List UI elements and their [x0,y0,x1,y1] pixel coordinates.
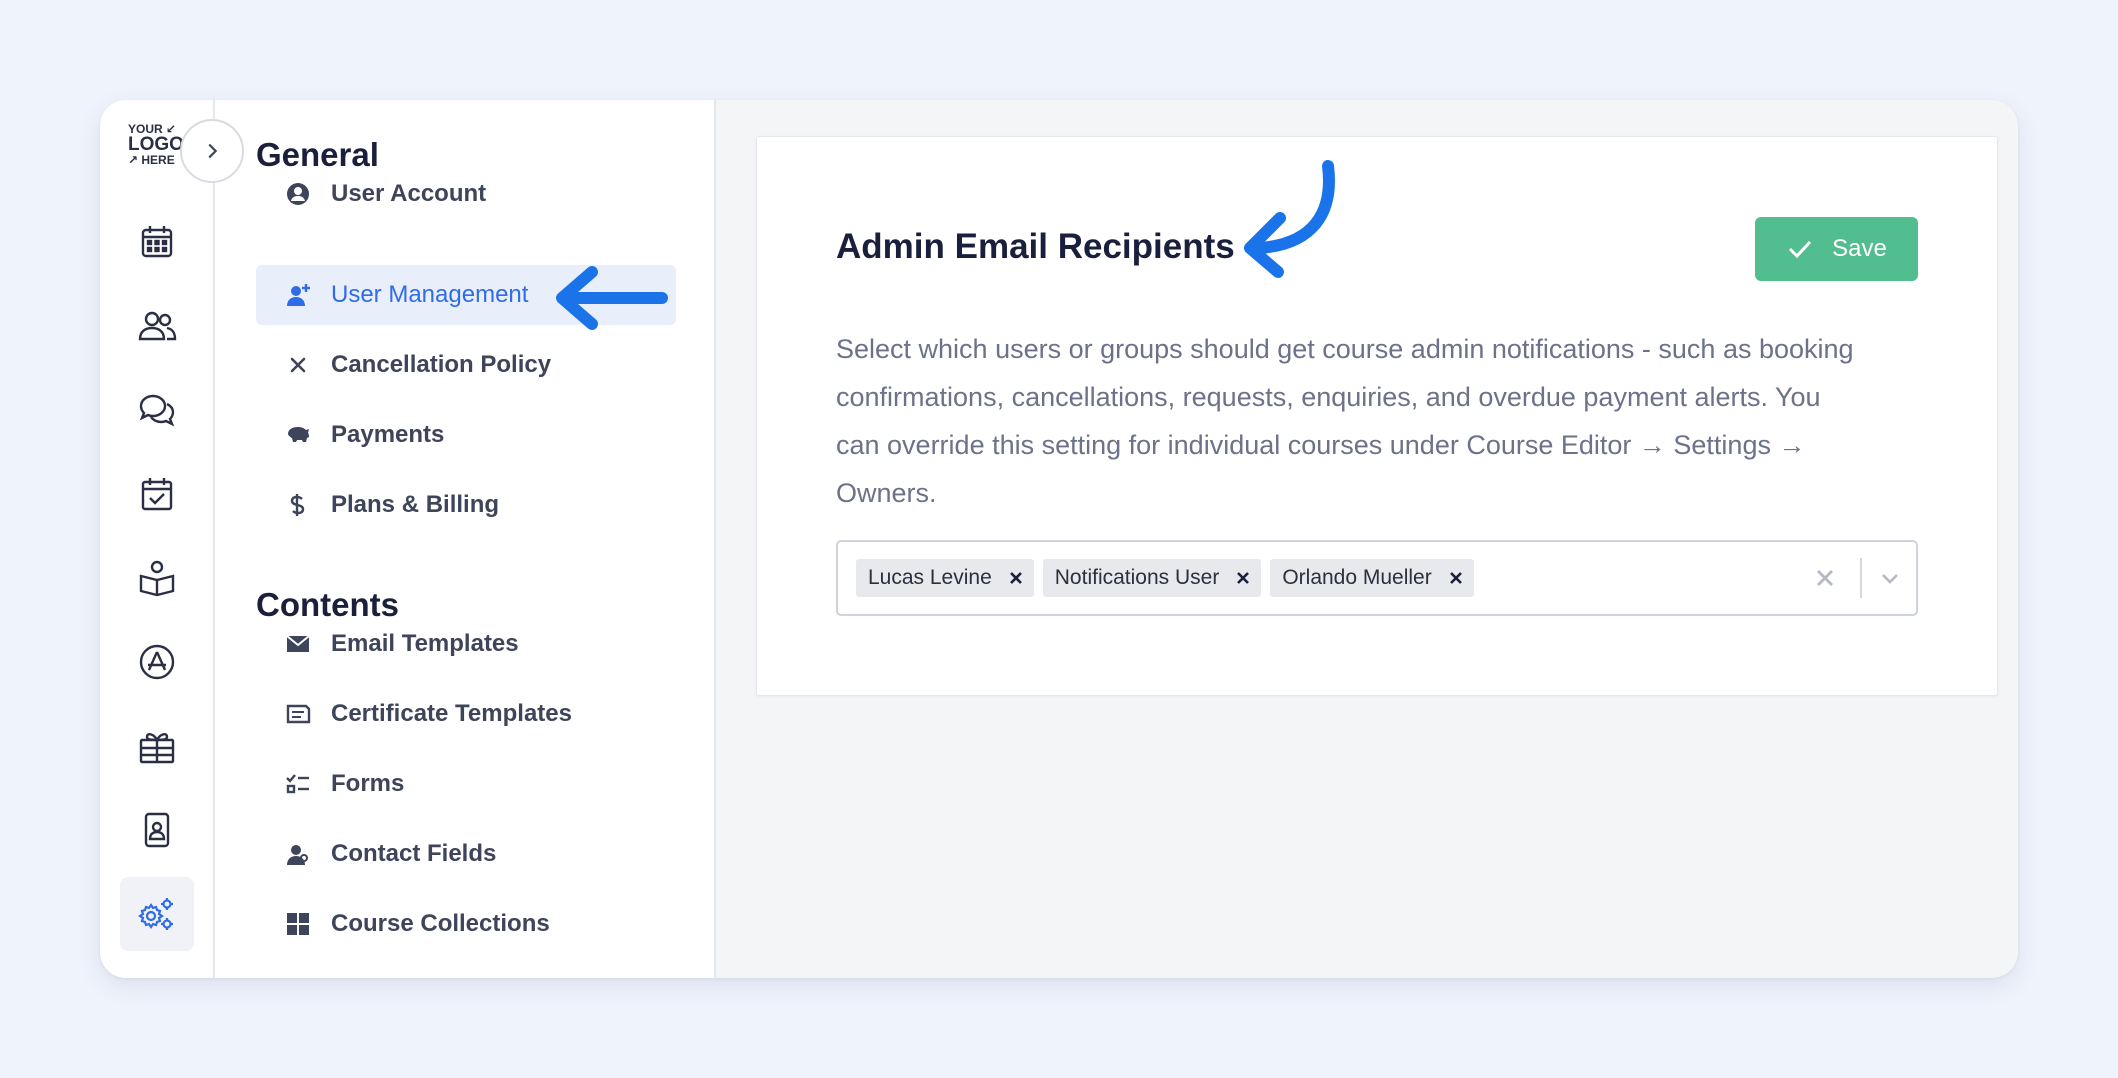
description-text: Select which users or groups should get … [836,334,1854,508]
nav-item-label: Certificate Templates [331,700,572,727]
contact-card-icon[interactable] [120,793,194,867]
nav-item-plans-billing[interactable]: Plans & Billing [256,475,676,535]
nav-item-course-collections[interactable]: Course Collections [256,894,676,954]
user-circle-icon [283,179,313,209]
recipients-multiselect[interactable]: Lucas Levine Notifications User Orlando … [836,540,1918,616]
admin-email-recipients-card: Admin Email Recipients Save Select which… [756,136,1998,696]
calendar-check-icon[interactable] [120,457,194,531]
chip-label: Lucas Levine [868,566,992,589]
x-icon [283,350,313,380]
nav-item-user-account[interactable]: User Account [256,164,676,224]
logo-line-3: ↗ HERE [128,153,175,167]
remove-chip-icon[interactable] [1442,559,1470,597]
save-button-label: Save [1832,235,1887,262]
chat-icon[interactable] [120,373,194,447]
nav-item-label: Cancellation Policy [331,351,552,378]
nav-item-certificate-templates[interactable]: Certificate Templates [256,684,676,744]
annotation-arrow-left-icon [556,266,668,330]
nav-item-label: Course Collections [331,910,550,937]
recipient-chip: Orlando Mueller [1270,559,1474,597]
grid-icon [283,909,313,939]
check-icon [1789,240,1812,259]
chip-label: Orlando Mueller [1282,566,1432,589]
company-logo: YOUR ↙ LOGO ↗ HERE [128,122,184,170]
nav-item-payments[interactable]: Payments [256,405,676,465]
chevron-right-icon [208,143,218,159]
app-store-icon[interactable] [120,625,194,699]
sidebar-toggle-button[interactable] [180,119,244,183]
users-icon[interactable] [120,289,194,363]
recipient-chip: Notifications User [1042,559,1262,597]
calendar-icon[interactable] [120,205,194,279]
nav-item-label: Contact Fields [331,840,497,867]
nav-item-label: Payments [331,421,445,448]
nav-item-label: User Account [331,180,487,207]
settings-gears-icon[interactable] [120,877,194,951]
nav-item-label: Plans & Billing [331,491,500,518]
remove-chip-icon[interactable] [1002,559,1030,597]
dollar-icon [283,490,313,520]
user-plus-icon [283,280,313,310]
icon-rail: YOUR ↙ LOGO ↗ HERE [100,100,215,978]
nav-item-label: User Management [331,281,529,308]
gift-icon[interactable] [120,709,194,783]
nav-item-label: Email Templates [331,630,519,657]
nav-item-forms[interactable]: Forms [256,754,676,814]
nav-item-contact-fields[interactable]: Contact Fields [256,824,676,884]
envelope-icon [283,629,313,659]
save-button[interactable]: Save [1755,217,1918,281]
checklist-icon [283,769,313,799]
piggy-bank-icon [283,420,313,450]
page-title: Admin Email Recipients [836,227,1235,266]
chip-label: Notifications User [1054,566,1220,589]
settings-nav: General User Account User Management Can… [215,100,716,978]
select-separator [1860,558,1862,598]
recipient-chip: Lucas Levine [856,559,1034,597]
annotation-curved-arrow-icon [1244,160,1335,278]
logo-line-2: LOGO [128,134,184,155]
remove-chip-icon[interactable] [1229,559,1257,597]
clear-all-icon[interactable] [1800,553,1850,603]
contact-icon [283,839,313,869]
nav-item-cancellation-policy[interactable]: Cancellation Policy [256,335,676,395]
certificate-icon [283,699,313,729]
nav-item-email-templates[interactable]: Email Templates [256,614,676,674]
nav-item-label: Forms [331,770,405,797]
app-window: YOUR ↙ LOGO ↗ HERE General User Account … [100,100,2018,978]
book-reader-icon[interactable] [120,541,194,615]
chevron-down-icon[interactable] [1870,553,1910,603]
